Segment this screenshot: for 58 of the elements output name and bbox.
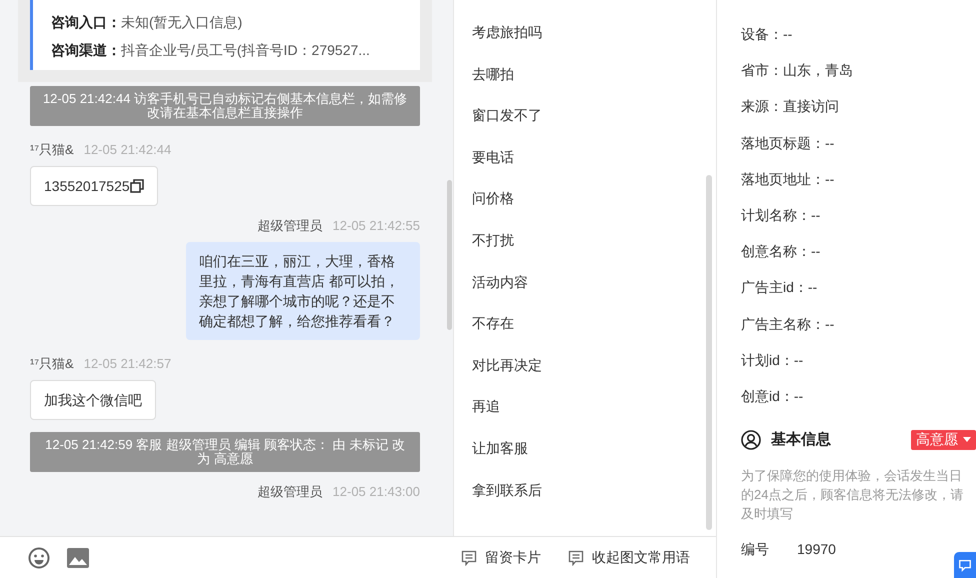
info-line: 落地页标题：-- <box>741 134 834 151</box>
info-line: 落地页地址：-- <box>741 170 834 187</box>
info-line: 设备：-- <box>741 26 792 42</box>
quick-reply-item[interactable]: 去哪拍 <box>454 64 716 84</box>
message-text: 13552017525 <box>44 177 130 196</box>
info-line: 省市：山东，青岛 <box>741 62 853 78</box>
quick-reply-item[interactable]: 对比再决定 <box>454 354 716 375</box>
field-value: 未知(暂无入口信息) <box>121 14 242 30</box>
message-bubble: 咱们在三亚，丽江，大理，香格里拉，青海有直营店 都可以拍，亲想了解哪个城市的呢？还是不确定都想了解，给您推荐看看？ <box>186 242 420 340</box>
caret-icon <box>963 437 971 442</box>
quick-reply-item[interactable]: 不存在 <box>454 313 716 334</box>
notice-text: 为了保障您的使用体验，会话发生当日的24点之后，顾客信息将无法修改，请及时填写 <box>741 466 964 523</box>
info-line: 计划名称：-- <box>741 206 820 223</box>
system-notice: 12-05 21:42:44 访客手机号已自动标记右侧基本信息栏，如需修改请在基本信息栏直接操作 <box>30 86 420 126</box>
field-label: 咨询渠道： <box>51 42 121 58</box>
chat-bubble-icon <box>958 558 972 572</box>
info-line: 来源：直接访问 <box>741 98 839 114</box>
info-line: 计划id：-- <box>741 352 804 368</box>
info-line: 广告主名称：-- <box>741 316 834 332</box>
quick-reply-item[interactable]: 考虑旅拍吗 <box>454 22 716 42</box>
quick-reply-item[interactable]: 拿到联系后 <box>454 480 716 500</box>
info-line: 广告主id：-- <box>741 279 818 296</box>
section-title: 基本信息 <box>771 430 831 450</box>
quick-reply-item[interactable]: 再追 <box>454 396 716 416</box>
image-icon[interactable] <box>67 548 89 568</box>
quick-reply-item[interactable]: 窗口发不了 <box>454 105 716 126</box>
field-value: 19970 <box>797 540 836 559</box>
scrollbar[interactable] <box>447 180 452 330</box>
comment-icon <box>568 550 584 566</box>
field-label: 咨询入口： <box>51 14 121 30</box>
quick-reply-item[interactable]: 要电话 <box>454 146 716 167</box>
system-notice: 12-05 21:42:59 客服 超级管理员 编辑 顾客状态： 由 未标记 改为 高意愿 <box>30 432 420 472</box>
comment-icon <box>461 550 477 566</box>
info-line: 创意id：-- <box>741 388 804 404</box>
quick-reply-item[interactable]: 让加客服 <box>454 438 716 458</box>
copy-icon[interactable] <box>130 179 144 193</box>
message-time: 12-05 21:42:55 <box>332 218 420 234</box>
scrollbar[interactable] <box>706 175 712 530</box>
message-text: 加我这个微信吧 <box>44 391 142 410</box>
user-icon <box>741 430 761 450</box>
sender-name: 超级管理员 <box>258 218 323 234</box>
quick-reply-item[interactable]: 活动内容 <box>454 272 716 292</box>
message-time: 12-05 21:43:00 <box>332 484 420 500</box>
message-time: 12-05 21:42:44 <box>84 142 172 158</box>
chat-button[interactable] <box>954 552 976 578</box>
sender-name: ¹⁷只猫& <box>30 142 74 158</box>
field-value: 抖音企业号/员工号(抖音号ID：279527... <box>121 42 370 58</box>
message-time: 12-05 21:42:57 <box>84 356 172 372</box>
sender-name: 超级管理员 <box>258 484 323 500</box>
toolbar-button[interactable]: 留资卡片 <box>461 548 541 566</box>
field-label: 编号 <box>741 540 769 559</box>
quick-reply-item[interactable]: 不打扰 <box>454 230 716 250</box>
toolbar-button[interactable]: 收起图文常用语 <box>568 548 690 566</box>
smiley-icon[interactable] <box>28 546 50 568</box>
status-dropdown[interactable]: 高意愿 <box>911 430 976 450</box>
quick-reply-item[interactable]: 问价格 <box>454 188 716 208</box>
sender-name: ¹⁷只猫& <box>30 356 74 372</box>
info-line: 创意名称：-- <box>741 243 820 260</box>
